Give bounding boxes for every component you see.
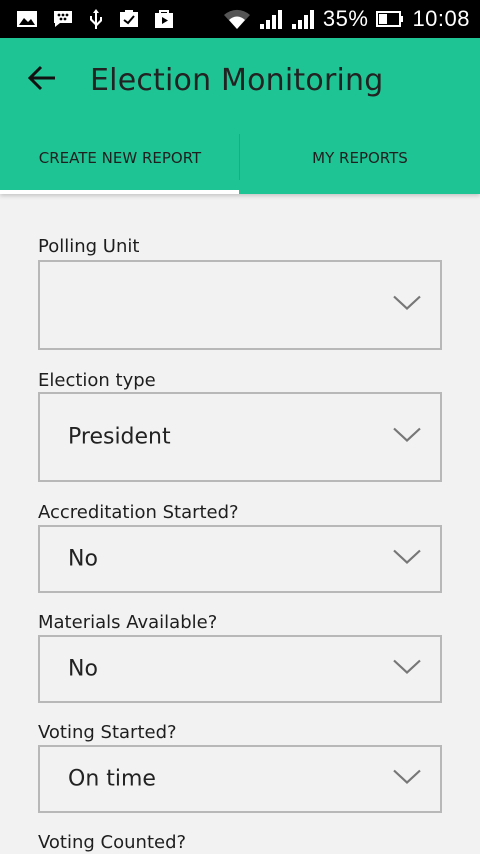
notification-icons — [16, 8, 174, 30]
voting-started-label: Voting Started? — [38, 722, 177, 743]
accreditation-started-value: No — [68, 546, 98, 572]
system-status: 35% 10:08 — [223, 6, 470, 32]
clock: 10:08 — [412, 6, 470, 31]
battery-percent: 35% — [322, 6, 369, 31]
back-button[interactable] — [0, 38, 84, 122]
wifi-icon — [223, 8, 251, 30]
tab-create-new-report[interactable]: CREATE NEW REPORT — [0, 134, 240, 194]
chevron-down-icon — [392, 658, 422, 681]
voting-started-value: On time — [68, 766, 156, 792]
polling-unit-select[interactable] — [38, 260, 442, 350]
app-bar: Election Monitoring CREATE NEW REPORT MY… — [0, 38, 480, 194]
battery-icon — [376, 11, 404, 27]
voting-started-select[interactable]: On time — [38, 745, 442, 813]
accreditation-started-select[interactable]: No — [38, 525, 442, 593]
play-store-icon — [154, 9, 174, 29]
arrow-left-icon — [27, 65, 56, 96]
chevron-down-icon — [392, 294, 422, 317]
usb-icon — [88, 8, 104, 30]
tab-label: CREATE NEW REPORT — [38, 149, 202, 167]
gallery-icon — [16, 9, 38, 29]
tab-indicator — [0, 190, 239, 194]
chevron-down-icon — [392, 768, 422, 791]
tab-bar: CREATE NEW REPORT MY REPORTS — [0, 134, 480, 194]
task-icon — [118, 9, 140, 29]
materials-available-select[interactable]: No — [38, 635, 442, 703]
signal-icon — [259, 8, 283, 30]
polling-unit-label: Polling Unit — [38, 236, 140, 257]
election-type-value: President — [68, 424, 171, 450]
election-type-label: Election type — [38, 370, 156, 391]
chevron-down-icon — [392, 548, 422, 571]
page-title: Election Monitoring — [90, 62, 384, 98]
status-bar: 35% 10:08 — [0, 0, 480, 38]
voting-counted-label: Voting Counted? — [38, 832, 187, 853]
tab-my-reports[interactable]: MY REPORTS — [240, 134, 480, 194]
toolbar: Election Monitoring — [0, 38, 480, 122]
accreditation-started-label: Accreditation Started? — [38, 502, 239, 523]
materials-available-value: No — [68, 656, 98, 682]
materials-available-label: Materials Available? — [38, 612, 218, 633]
bbm-icon — [52, 9, 74, 29]
tab-label: MY REPORTS — [312, 149, 408, 167]
signal-icon-2 — [291, 8, 315, 30]
chevron-down-icon — [392, 426, 422, 449]
election-type-select[interactable]: President — [38, 392, 442, 482]
tab-divider — [239, 134, 240, 180]
